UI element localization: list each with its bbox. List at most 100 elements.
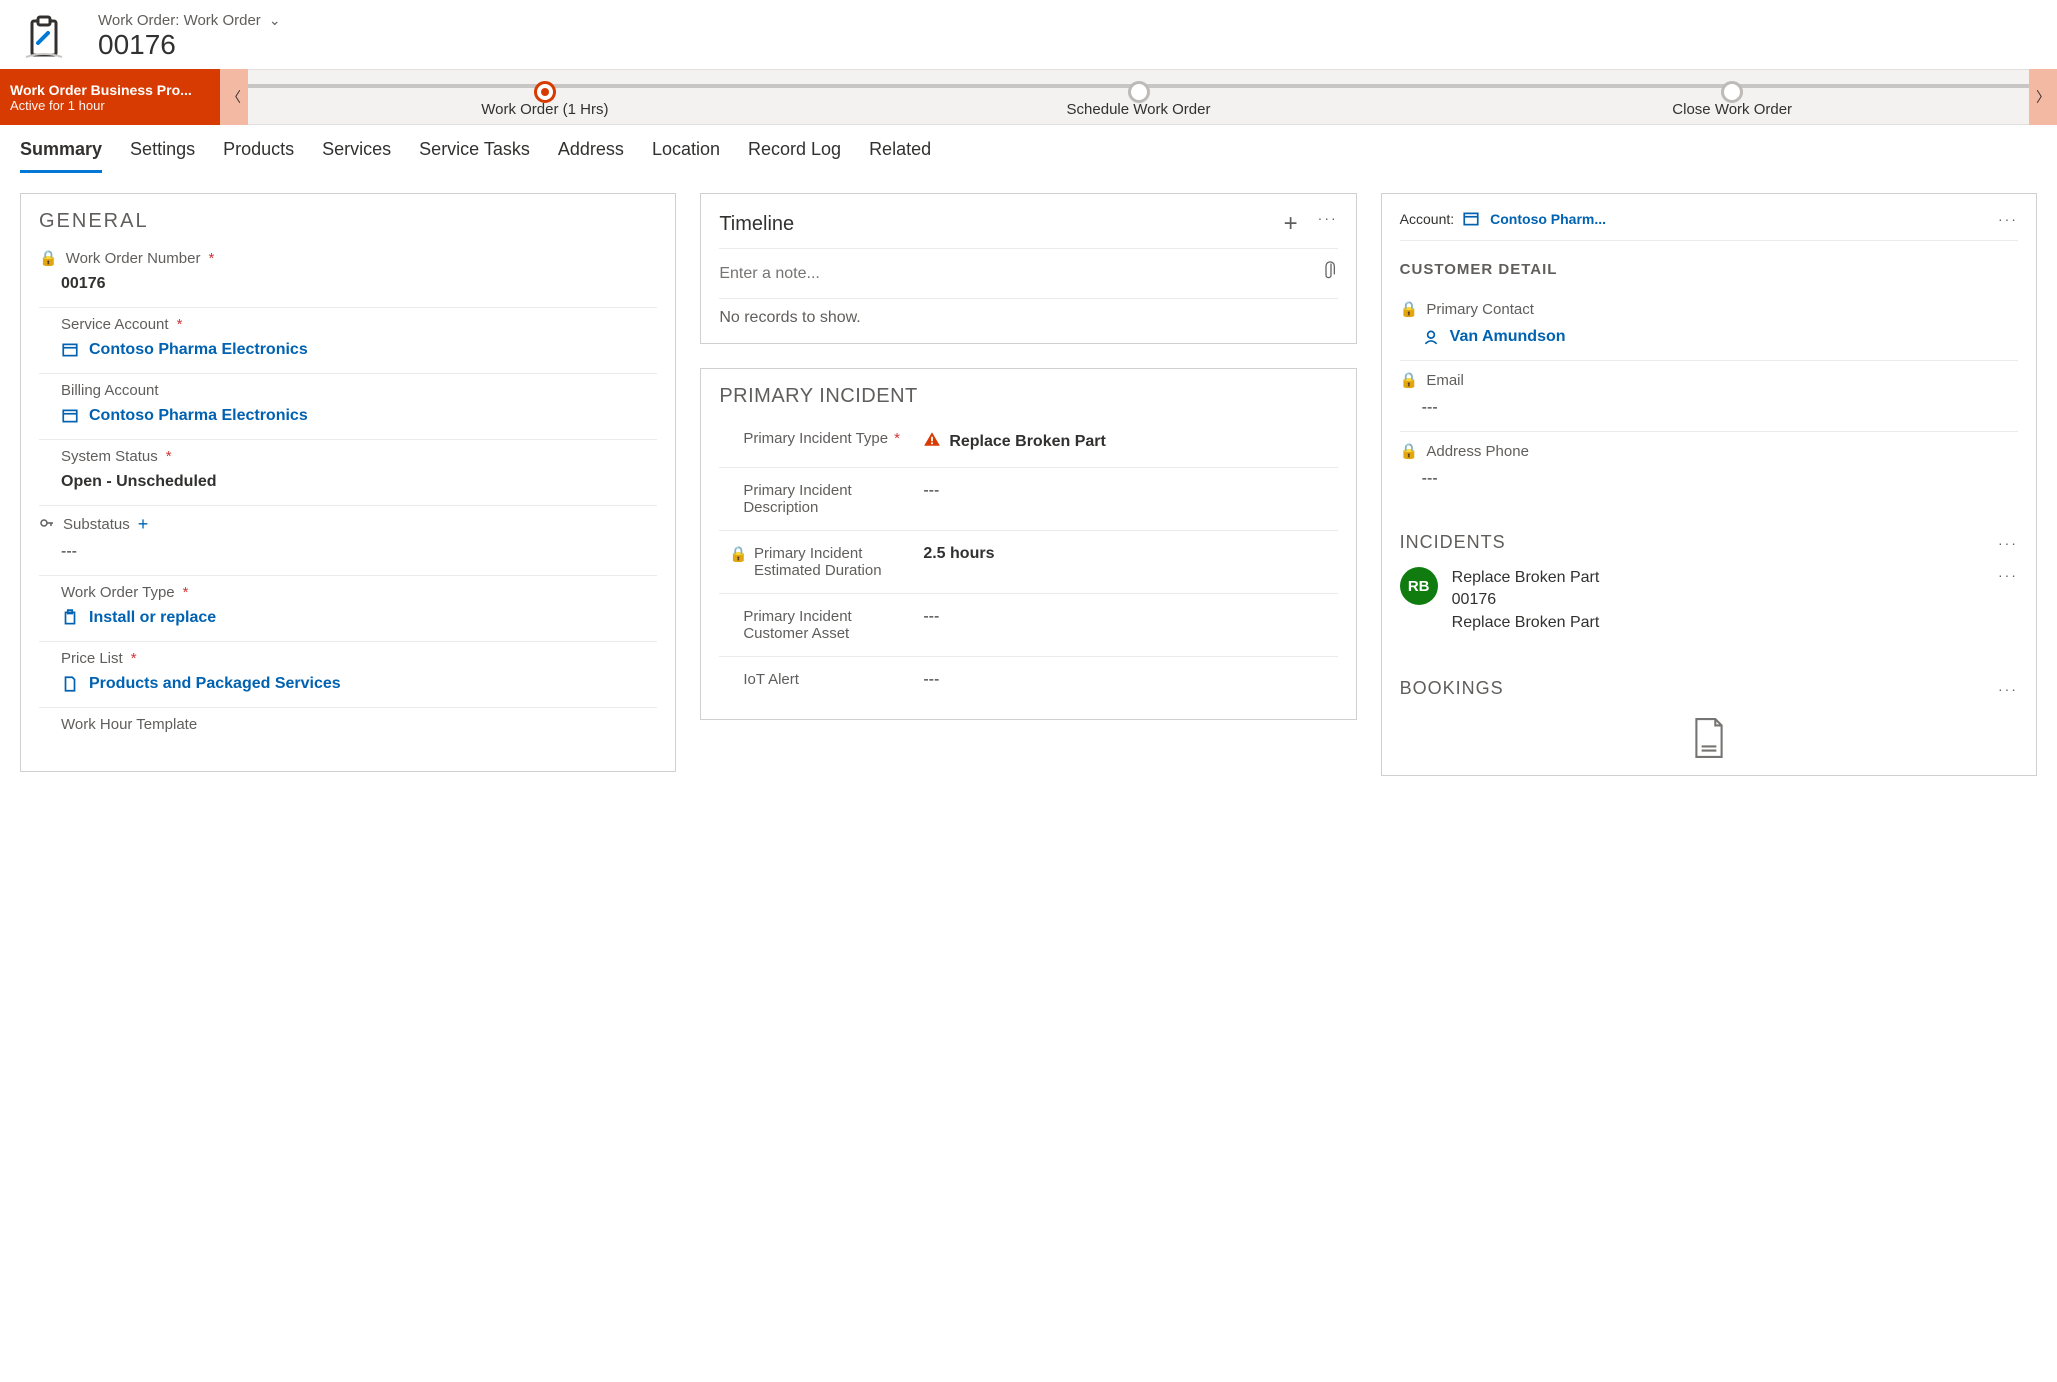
- field-value: 00176: [39, 275, 657, 293]
- tab-products[interactable]: Products: [223, 139, 294, 173]
- field-primary-incident-type[interactable]: Primary Incident Type * Replace Broken P…: [719, 416, 1337, 468]
- field-iot-alert[interactable]: IoT Alert ---: [719, 657, 1337, 703]
- field-system-status[interactable]: System Status * Open - Unscheduled: [39, 440, 657, 506]
- field-value: ---: [39, 543, 657, 561]
- tab-summary[interactable]: Summary: [20, 139, 102, 173]
- account-link[interactable]: Contoso Pharm...: [1462, 210, 1606, 228]
- general-section-title: GENERAL: [39, 210, 657, 233]
- billing-account-link[interactable]: Contoso Pharma Electronics: [39, 407, 657, 425]
- lock-icon: 🔒: [1400, 300, 1419, 318]
- required-indicator: *: [894, 430, 900, 447]
- field-work-order-number[interactable]: 🔒 Work Order Number * 00176: [39, 241, 657, 308]
- field-primary-contact[interactable]: 🔒 Primary Contact Van Amundson: [1400, 290, 2018, 361]
- timeline-title: Timeline: [719, 213, 794, 236]
- lock-icon: 🔒: [1400, 442, 1419, 460]
- link-text: Replace Broken Part: [949, 433, 1106, 451]
- bookings-empty-icon: [1400, 717, 2018, 759]
- timeline-add-button[interactable]: +: [1284, 210, 1298, 238]
- field-work-order-type[interactable]: Work Order Type * Install or replace: [39, 576, 657, 642]
- bpf-stage-schedule[interactable]: Schedule Work Order: [842, 77, 1436, 118]
- field-primary-incident-description[interactable]: Primary Incident Description ---: [719, 468, 1337, 531]
- key-icon: [39, 515, 55, 535]
- field-label: Work Order Type: [61, 584, 175, 601]
- account-header: Account: Contoso Pharm... ···: [1400, 210, 2018, 241]
- record-type-label: Work Order: Work Order: [98, 12, 261, 29]
- service-account-link[interactable]: Contoso Pharma Electronics: [39, 341, 657, 359]
- bpf-stage-work-order[interactable]: Work Order (1 Hrs): [248, 77, 842, 118]
- field-value: ---: [923, 482, 1337, 500]
- field-work-hour-template[interactable]: Work Hour Template: [39, 708, 657, 755]
- link-text: Contoso Pharma Electronics: [89, 407, 308, 425]
- required-indicator: *: [166, 448, 172, 465]
- bpf-stage-close[interactable]: Close Work Order: [1435, 77, 2029, 118]
- link-text: Contoso Pharm...: [1490, 211, 1606, 227]
- field-label: Billing Account: [61, 382, 159, 399]
- account-more-button[interactable]: ···: [1998, 211, 2018, 227]
- tab-related[interactable]: Related: [869, 139, 931, 173]
- attachment-icon[interactable]: [1324, 261, 1338, 286]
- field-label: Primary Contact: [1426, 301, 1534, 318]
- field-value: 2.5 hours: [923, 545, 1337, 563]
- price-list-link[interactable]: Products and Packaged Services: [39, 675, 657, 693]
- incident-line1: Replace Broken Part: [1452, 567, 1600, 589]
- field-label: Substatus: [63, 516, 130, 533]
- field-billing-account[interactable]: Billing Account Contoso Pharma Electroni…: [39, 374, 657, 440]
- incident-item-more-button[interactable]: ···: [1998, 567, 2018, 634]
- timeline-empty-text: No records to show.: [719, 299, 1337, 327]
- tab-location[interactable]: Location: [652, 139, 720, 173]
- link-text: Products and Packaged Services: [89, 675, 341, 693]
- note-placeholder: Enter a note...: [719, 265, 820, 283]
- customer-detail-title: CUSTOMER DETAIL: [1400, 261, 2018, 278]
- field-label: Primary Incident Description: [743, 482, 909, 516]
- field-label: System Status: [61, 448, 158, 465]
- tab-address[interactable]: Address: [558, 139, 624, 173]
- bpf-prev-button[interactable]: 〈: [220, 69, 248, 125]
- lock-icon: 🔒: [729, 545, 748, 563]
- field-value: ---: [1400, 399, 2018, 417]
- field-price-list[interactable]: Price List * Products and Packaged Servi…: [39, 642, 657, 708]
- incidents-title: INCIDENTS: [1400, 532, 1506, 553]
- incidents-more-button[interactable]: ···: [1998, 535, 2018, 551]
- incident-avatar: RB: [1400, 567, 1438, 605]
- bpf-name: Work Order Business Pro...: [10, 82, 210, 98]
- timeline-more-button[interactable]: ···: [1318, 210, 1338, 238]
- record-header: Work Order: Work Order ⌄ 00176: [0, 0, 2057, 69]
- bpf-header[interactable]: Work Order Business Pro... Active for 1 …: [0, 69, 220, 125]
- field-email[interactable]: 🔒 Email ---: [1400, 361, 2018, 432]
- chevron-down-icon: ⌄: [269, 12, 281, 29]
- record-title: 00176: [98, 29, 281, 61]
- lock-icon: 🔒: [1400, 371, 1419, 389]
- field-substatus[interactable]: Substatus + ---: [39, 506, 657, 576]
- field-value: ---: [1400, 470, 2018, 488]
- work-order-type-link[interactable]: Install or replace: [39, 609, 657, 627]
- primary-contact-link[interactable]: Van Amundson: [1400, 328, 2018, 346]
- field-primary-incident-asset[interactable]: Primary Incident Customer Asset ---: [719, 594, 1337, 657]
- primary-incident-title: PRIMARY INCIDENT: [719, 385, 1337, 408]
- tab-settings[interactable]: Settings: [130, 139, 195, 173]
- bookings-section: BOOKINGS ···: [1400, 678, 2018, 759]
- field-address-phone[interactable]: 🔒 Address Phone ---: [1400, 432, 2018, 502]
- tab-service-tasks[interactable]: Service Tasks: [419, 139, 530, 173]
- incident-item[interactable]: RB Replace Broken Part 00176 Replace Bro…: [1400, 553, 2018, 648]
- bpf-duration: Active for 1 hour: [10, 98, 210, 113]
- tab-record-log[interactable]: Record Log: [748, 139, 841, 173]
- field-service-account[interactable]: Service Account * Contoso Pharma Electro…: [39, 308, 657, 374]
- right-panel: Account: Contoso Pharm... ··· CUSTOMER D…: [1381, 193, 2037, 776]
- link-text: Install or replace: [89, 609, 216, 627]
- timeline-note-input[interactable]: Enter a note...: [719, 249, 1337, 299]
- primary-incident-section: PRIMARY INCIDENT Primary Incident Type *…: [700, 368, 1356, 720]
- primary-incident-type-link[interactable]: Replace Broken Part: [923, 430, 1337, 453]
- incidents-section: INCIDENTS ··· RB Replace Broken Part 001…: [1400, 532, 2018, 648]
- field-primary-incident-duration[interactable]: 🔒 Primary Incident Estimated Duration 2.…: [719, 531, 1337, 594]
- bpf-next-button[interactable]: 〉: [2029, 69, 2057, 125]
- work-order-clipboard-icon: [20, 13, 68, 61]
- bpf-stage-label: Close Work Order: [1672, 101, 1792, 118]
- link-text: Van Amundson: [1450, 328, 1566, 346]
- record-type-dropdown[interactable]: Work Order: Work Order ⌄: [98, 12, 281, 29]
- field-label: Primary Incident Customer Asset: [743, 608, 909, 642]
- field-value: ---: [923, 671, 1337, 689]
- lock-icon: 🔒: [39, 249, 58, 267]
- tab-services[interactable]: Services: [322, 139, 391, 173]
- incident-line3: Replace Broken Part: [1452, 612, 1600, 634]
- bookings-more-button[interactable]: ···: [1998, 681, 2018, 697]
